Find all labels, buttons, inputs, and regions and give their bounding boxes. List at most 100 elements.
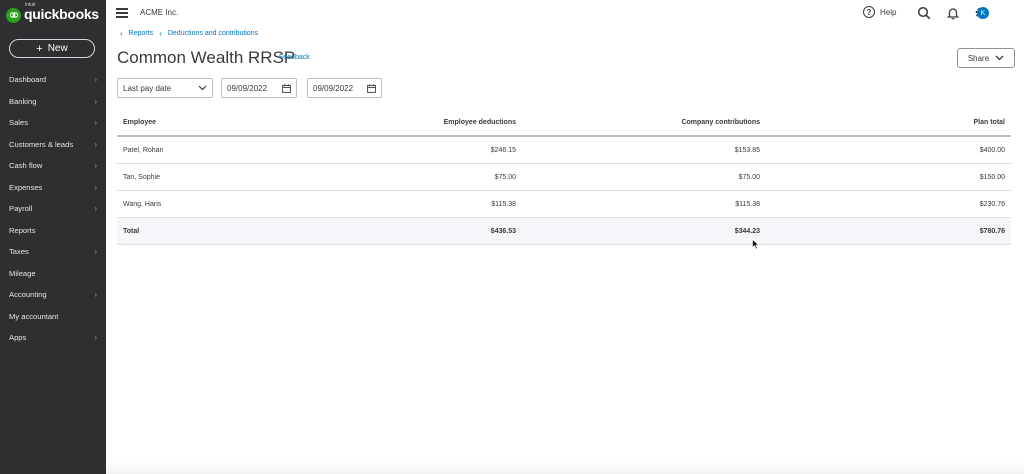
feedback-link[interactable]: Feedback [279, 54, 310, 61]
sidebar-item-mileage[interactable]: Mileage [0, 263, 106, 285]
sidebar-item-label: Customers & leads [9, 139, 74, 149]
column-header-plan-total[interactable]: Plan total [760, 119, 1005, 126]
new-button-label: New [47, 43, 68, 54]
total-label: Total [123, 227, 140, 235]
qb-logo-icon [6, 7, 21, 23]
top-bar: ACME Inc. ? Help K [106, 0, 1024, 26]
start-date-field[interactable]: 09/09/2022 [221, 78, 297, 98]
chevron-right-icon: › [94, 118, 97, 128]
sidebar-item-dashboard[interactable]: Dashboard › [0, 69, 106, 91]
period-value: Last pay date [123, 83, 172, 93]
total-employee-deductions: $436.53 [490, 227, 516, 235]
bell-icon[interactable] [946, 6, 960, 20]
logo-intuit-text: intuit [25, 2, 36, 8]
cell-employee-name: Tan, Sophie [123, 173, 160, 181]
share-label: Share [967, 53, 990, 63]
sidebar-item-reports[interactable]: Reports [0, 220, 106, 242]
sidebar-nav: Dashboard › Banking › Sales › Customers & lead… [0, 69, 106, 349]
sidebar: intuit quickbooks + New Dashboard › Bankin… [0, 0, 106, 474]
sidebar-item-my-accountant[interactable]: My accountant [0, 306, 106, 328]
sidebar-item-label: Banking [9, 96, 37, 106]
sidebar-item-customers-leads[interactable]: Customers & leads › [0, 134, 106, 156]
chevron-right-icon: › [94, 182, 97, 192]
quickbooks-logo[interactable]: intuit quickbooks [6, 2, 99, 25]
plus-icon: + [36, 42, 43, 55]
sidebar-item-label: Dashboard [9, 75, 47, 85]
column-header-employee-deductions[interactable]: Employee deductions [277, 119, 516, 126]
sidebar-item-label: Taxes [9, 247, 29, 257]
calendar-icon[interactable] [367, 83, 376, 93]
chevron-right-icon: › [94, 96, 97, 106]
table-row[interactable]: Tan, Sophie $75.00 $75.00 $150.00 [117, 164, 1011, 191]
chevron-right-icon: › [94, 75, 97, 85]
table-header-row: Employee Employee deductions Company con… [117, 110, 1011, 137]
cell-plan-total: $400.00 [979, 146, 1005, 154]
sidebar-item-expenses[interactable]: Expenses › [0, 177, 106, 199]
user-avatar[interactable]: K [977, 7, 989, 19]
new-button[interactable]: + New [9, 39, 95, 58]
chevron-down-icon [995, 55, 1004, 61]
bottom-edge [106, 462, 1024, 474]
cell-company-contributions: $75.00 [738, 173, 760, 181]
column-header-employee[interactable]: Employee [117, 119, 277, 126]
breadcrumb-reports-link[interactable]: Reports [129, 30, 154, 37]
cell-employee-deductions: $246.15 [490, 146, 516, 154]
hamburger-menu-icon[interactable] [116, 8, 128, 18]
help-icon: ? [863, 6, 875, 18]
sidebar-item-payroll[interactable]: Payroll › [0, 198, 106, 220]
chevron-right-icon: › [94, 139, 97, 149]
end-date-field[interactable]: 09/09/2022 [307, 78, 382, 98]
chevron-right-icon: › [94, 204, 97, 214]
chevron-right-icon: › [94, 161, 97, 171]
total-plan-total: $780.76 [979, 227, 1005, 235]
sidebar-item-label: Expenses [9, 182, 43, 192]
cell-company-contributions: $153.85 [734, 146, 760, 154]
column-header-company-contributions[interactable]: Company contributions [516, 119, 760, 126]
table-row[interactable]: Patel, Rohan $246.15 $153.85 $400.00 [117, 137, 1011, 164]
breadcrumb: ‹ Reports ‹ Deductions and contributions [120, 29, 258, 38]
cell-plan-total: $150.00 [979, 173, 1005, 181]
sidebar-item-apps[interactable]: Apps › [0, 327, 106, 349]
share-button[interactable]: Share [957, 48, 1015, 68]
sidebar-item-banking[interactable]: Banking › [0, 91, 106, 113]
cell-employee-deductions: $75.00 [494, 173, 516, 181]
chevron-right-icon: › [94, 333, 97, 343]
total-company-contributions: $344.23 [734, 227, 760, 235]
sidebar-item-sales[interactable]: Sales › [0, 112, 106, 134]
chevron-down-icon [198, 85, 207, 91]
search-icon[interactable] [917, 6, 931, 20]
start-date-value: 09/09/2022 [227, 83, 268, 93]
chevron-left-icon: ‹ [159, 29, 162, 38]
sidebar-item-accounting[interactable]: Accounting › [0, 284, 106, 306]
page-title: Common Wealth RRSP [117, 48, 296, 67]
sidebar-item-label: Accounting [9, 290, 47, 300]
company-name: ACME Inc. [140, 8, 179, 17]
table-row[interactable]: Wang, Haris $115.38 $115.38 $230.76 [117, 191, 1011, 218]
cell-company-contributions: $115.38 [735, 200, 760, 208]
table-total-row: Total $436.53 $344.23 $780.76 [117, 218, 1011, 245]
chevron-left-icon: ‹ [120, 29, 123, 38]
report-table: Employee Employee deductions Company con… [117, 110, 1011, 245]
sidebar-item-label: Sales [9, 118, 28, 128]
cell-plan-total: $230.76 [979, 200, 1005, 208]
sidebar-item-taxes[interactable]: Taxes › [0, 241, 106, 263]
sidebar-item-label: Reports [9, 225, 36, 235]
sidebar-item-label: Cash flow [9, 161, 43, 171]
breadcrumb-deductions-link[interactable]: Deductions and contributions [168, 30, 258, 37]
help-button[interactable]: ? Help [863, 6, 896, 18]
table-body: Patel, Rohan $246.15 $153.85 $400.00 Tan, So… [117, 137, 1011, 218]
help-label: Help [880, 7, 897, 17]
period-select[interactable]: Last pay date [117, 78, 213, 98]
sidebar-item-label: Mileage [9, 268, 36, 278]
sidebar-item-label: My accountant [9, 311, 59, 321]
sidebar-item-cash-flow[interactable]: Cash flow › [0, 155, 106, 177]
sidebar-item-label: Payroll [9, 204, 33, 214]
logo-text: quickbooks [24, 6, 99, 22]
cell-employee-name: Wang, Haris [123, 200, 162, 208]
cell-employee-name: Patel, Rohan [123, 146, 164, 154]
end-date-value: 09/09/2022 [313, 83, 354, 93]
calendar-icon[interactable] [282, 83, 291, 93]
mouse-cursor-icon [752, 239, 760, 250]
chevron-right-icon: › [94, 290, 97, 300]
cell-employee-deductions: $115.38 [491, 200, 516, 208]
